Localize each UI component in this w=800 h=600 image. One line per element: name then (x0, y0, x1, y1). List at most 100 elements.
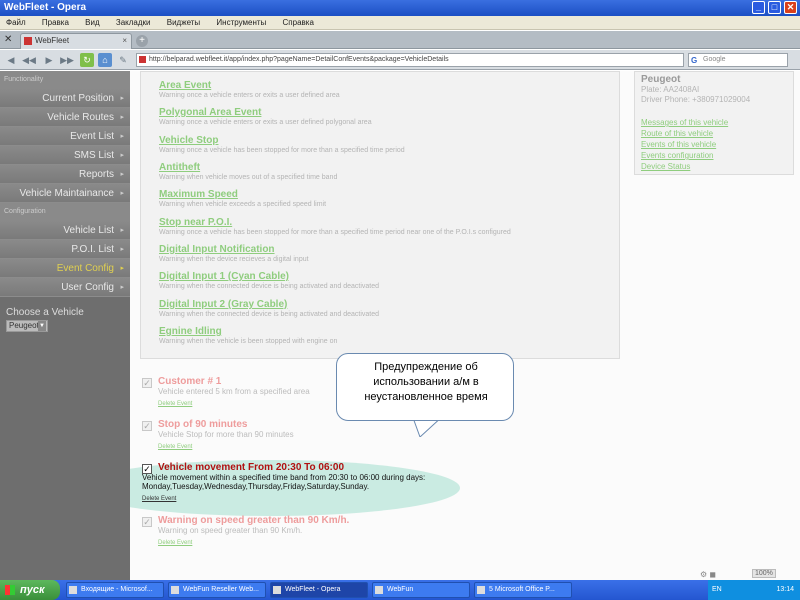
sidebar-item-vehicle-maintainance[interactable]: Vehicle Maintainance ▸ (0, 184, 130, 203)
event-checkbox[interactable]: ✓ (142, 378, 152, 388)
sidebar-item-reports[interactable]: Reports ▸ (0, 165, 130, 184)
menu-help[interactable]: Справка (283, 18, 314, 27)
event-type-link[interactable]: Antitheft (159, 162, 337, 173)
event-type-link[interactable]: Digital Input Notification (159, 244, 309, 255)
taskbar-item[interactable]: 5 Microsoft Office P... (474, 582, 572, 598)
configured-event: ✓ Warning on speed greater than 90 Km/h.… (142, 515, 349, 547)
reload-icon[interactable]: ↻ (80, 53, 94, 67)
new-tab-button[interactable]: + (136, 35, 148, 47)
vehicle-route-link[interactable]: Route of this vehicle (641, 128, 787, 139)
event-type-item: Antitheft Warning when vehicle moves out… (159, 162, 337, 181)
url-field[interactable]: http://belparad.webfleet.it/app/index.ph… (136, 53, 684, 67)
vehicle-name: Peugeot (641, 74, 681, 85)
taskbar-item-active[interactable]: WebFleet - Opera (270, 582, 368, 598)
sidebar-item-vehicle-list[interactable]: Vehicle List ▸ (0, 221, 130, 240)
vehicle-plate: Plate: AA2408AI (641, 85, 700, 94)
event-desc: Vehicle entered 5 km from a specified ar… (158, 387, 310, 396)
fast-forward-icon[interactable]: ▶▶ (60, 53, 74, 67)
sidebar-item-sms-list[interactable]: SMS List ▸ (0, 146, 130, 165)
event-type-desc: Warning once a vehicle enters or exits a… (159, 92, 340, 99)
menu-tools[interactable]: Инструменты (216, 18, 266, 27)
maximize-button[interactable]: □ (768, 1, 781, 14)
chevron-right-icon: ▸ (120, 114, 124, 121)
tab-close-icon[interactable]: × (122, 34, 127, 48)
event-checkbox[interactable]: ✓ (142, 464, 152, 474)
tab-webfleet[interactable]: WebFleet × (20, 33, 132, 49)
main-content: Area Event Warning once a vehicle enters… (130, 71, 800, 580)
delete-event-link[interactable]: Delete Event (158, 540, 192, 546)
menu-file[interactable]: Файл (6, 18, 26, 27)
folder-icon (375, 586, 383, 594)
menu-view[interactable]: Вид (85, 18, 99, 27)
event-title: Stop of 90 minutes (158, 419, 248, 430)
sidebar-item-poi-list[interactable]: P.O.I. List ▸ (0, 240, 130, 259)
menu-widgets[interactable]: Виджеты (167, 18, 200, 27)
event-desc: Vehicle movement within a specified time… (142, 473, 426, 482)
event-type-link[interactable]: Digital Input 2 (Gray Cable) (159, 299, 379, 310)
sidebar-item-event-list[interactable]: Event List ▸ (0, 127, 130, 146)
rewind-icon[interactable]: ◀◀ (22, 53, 36, 67)
taskbar-item[interactable]: WebFun Reseller Web... (168, 582, 266, 598)
event-type-desc: Warning once a vehicle has been stopped … (159, 229, 511, 236)
sidebar-item-user-config[interactable]: User Config ▸ (0, 278, 130, 297)
event-type-item: Egnine Idling Warning when the vehicle i… (159, 326, 337, 345)
taskbar: пуск Входящие - Microsof... WebFun Resel… (0, 580, 800, 600)
driver-phone: Driver Phone: +380971029004 (641, 95, 751, 104)
start-button[interactable]: пуск (0, 580, 60, 600)
chevron-down-icon: ▼ (38, 321, 46, 331)
app-icon (171, 586, 179, 594)
event-type-link[interactable]: Egnine Idling (159, 326, 337, 337)
event-type-item: Digital Input 2 (Gray Cable) Warning whe… (159, 299, 379, 318)
language-indicator[interactable]: EN (712, 586, 722, 593)
tab-label: WebFleet (35, 36, 70, 45)
chevron-right-icon: ▸ (120, 190, 124, 197)
event-type-link[interactable]: Digital Input 1 (Cyan Cable) (159, 271, 379, 282)
taskbar-item[interactable]: WebFun (372, 582, 470, 598)
event-type-link[interactable]: Area Event (159, 80, 340, 91)
vehicle-select[interactable]: Peugeot ▼ (6, 320, 48, 332)
event-desc: Warning on speed greater than 90 Km/h. (158, 526, 303, 535)
search-input[interactable]: G Google (688, 53, 788, 67)
sidebar-item-current-position[interactable]: Current Position ▸ (0, 89, 130, 108)
event-type-item: Area Event Warning once a vehicle enters… (159, 80, 340, 99)
minimize-button[interactable]: _ (752, 1, 765, 14)
event-type-desc: Warning once a vehicle has been stopped … (159, 147, 405, 154)
vehicle-messages-link[interactable]: Messages of this vehicle (641, 117, 787, 128)
close-window-button[interactable]: ✕ (784, 1, 797, 14)
status-icons[interactable]: ⚙ ◼ (700, 570, 716, 579)
event-checkbox[interactable]: ✓ (142, 421, 152, 431)
chevron-right-icon: ▸ (120, 265, 124, 272)
home-icon[interactable]: ⌂ (98, 53, 112, 67)
delete-event-link[interactable]: Delete Event (142, 496, 176, 502)
delete-event-link[interactable]: Delete Event (158, 401, 192, 407)
sidebar-item-event-config[interactable]: Event Config ▸ (0, 259, 130, 278)
forward-icon[interactable]: ▶ (42, 53, 56, 67)
window-title-bar: WebFleet - Opera _ □ ✕ (0, 0, 800, 16)
event-type-item: Vehicle Stop Warning once a vehicle has … (159, 135, 405, 154)
event-checkbox[interactable]: ✓ (142, 517, 152, 527)
windows-logo-icon (5, 585, 15, 595)
event-title: Customer # 1 (158, 376, 222, 387)
event-days: Monday,Tuesday,Wednesday,Thursday,Friday… (142, 482, 370, 491)
event-title: Vehicle movement From 20:30 To 06:00 (158, 462, 345, 473)
back-icon[interactable]: ◀ (4, 53, 18, 67)
menu-edit[interactable]: Правка (42, 18, 69, 27)
vehicle-events-link[interactable]: Events of this vehicle (641, 139, 787, 150)
menu-bar: Файл Правка Вид Закладки Виджеты Инструм… (0, 16, 800, 30)
edit-icon[interactable]: ✎ (116, 53, 130, 67)
taskbar-item[interactable]: Входящие - Microsof... (66, 582, 164, 598)
menu-bookmarks[interactable]: Закладки (116, 18, 151, 27)
event-type-link[interactable]: Maximum Speed (159, 189, 326, 200)
sidebar-item-vehicle-routes[interactable]: Vehicle Routes ▸ (0, 108, 130, 127)
tools-icon[interactable]: ✕ (4, 34, 16, 46)
events-configuration-link[interactable]: Events configuration (641, 150, 787, 161)
event-type-link[interactable]: Stop near P.O.I. (159, 217, 511, 228)
device-status-link[interactable]: Device Status (641, 161, 787, 172)
event-type-link[interactable]: Vehicle Stop (159, 135, 405, 146)
delete-event-link[interactable]: Delete Event (158, 444, 192, 450)
google-icon: G (691, 56, 698, 65)
zoom-level[interactable]: 100% (752, 569, 776, 578)
event-type-link[interactable]: Polygonal Area Event (159, 107, 372, 118)
callout-text: Предупреждение об использовании а/м в не… (364, 361, 488, 403)
event-type-item: Stop near P.O.I. Warning once a vehicle … (159, 217, 511, 236)
